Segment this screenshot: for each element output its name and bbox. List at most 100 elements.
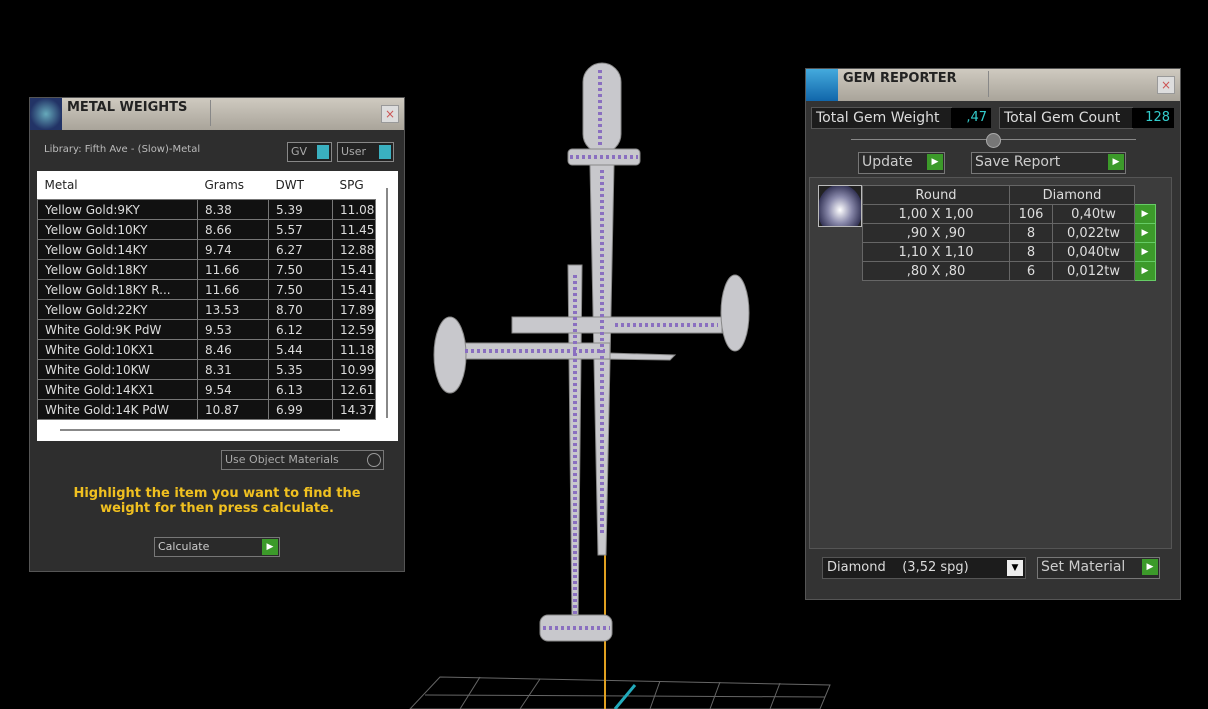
gem-weight: 0,40tw [1052,204,1135,224]
grams-value: 11.66 [197,259,269,280]
user-toggle[interactable]: User [337,142,394,162]
col-grams[interactable]: Grams [197,171,269,200]
save-report-label: Save Report [975,154,1061,170]
metal-row[interactable]: Yellow Gold:18KY 11.66 7.50 15.41 [37,259,376,280]
col-metal[interactable]: Metal [37,171,198,200]
spg-value: 12.59 [332,319,376,340]
close-icon[interactable]: × [1157,76,1175,94]
use-object-materials-toggle[interactable]: Use Object Materials [221,450,384,470]
gem-row[interactable]: ,90 X ,90 8 0,022tw ▶ [862,223,1156,243]
metal-name: White Gold:9K PdW [37,319,198,340]
dwt-value: 7.50 [268,279,333,300]
gem-row[interactable]: 1,10 X 1,10 8 0,040tw ▶ [862,242,1156,262]
metal-name: White Gold:10KW [37,359,198,380]
dwt-value: 5.39 [268,199,333,220]
spg-value: 10.99 [332,359,376,380]
spg-value: 12.88 [332,239,376,260]
grams-value: 8.38 [197,199,269,220]
gem-weight: 0,040tw [1052,242,1135,262]
close-icon[interactable]: × [381,105,399,123]
gem-size: ,80 X ,80 [862,261,1010,281]
gem-count: 6 [1009,261,1053,281]
select-gem-play-icon[interactable]: ▶ [1134,261,1156,281]
play-icon: ▶ [927,154,943,170]
play-icon: ▶ [262,539,278,555]
metal-name: White Gold:14K PdW [37,399,198,420]
grams-value: 9.53 [197,319,269,340]
metal-row[interactable]: White Gold:10KX1 8.46 5.44 11.18 [37,339,376,360]
panel-title: GEM REPORTER [843,71,957,86]
spg-value: 15.41 [332,279,376,300]
horizontal-scrollbar[interactable] [60,429,340,431]
vertical-scrollbar[interactable] [386,188,388,418]
metal-row[interactable]: Yellow Gold:22KY 13.53 8.70 17.89 [37,299,376,320]
gem-reporter-panel: GEM REPORTER × Total Gem Weight ,47 Tota… [805,68,1181,600]
total-weight-label: Total Gem Weight [811,107,952,129]
metal-row[interactable]: White Gold:10KW 8.31 5.35 10.99 [37,359,376,380]
col-spg[interactable]: SPG [332,171,376,200]
metal-name: Yellow Gold:14KY [37,239,198,260]
metal-row[interactable]: Yellow Gold:18KY R... 11.66 7.50 15.41 [37,279,376,300]
dwt-value: 7.50 [268,259,333,280]
gem-reporter-titlebar[interactable]: GEM REPORTER × [806,69,1180,101]
dropdown-arrow-icon[interactable]: ▼ [1007,560,1023,576]
set-material-button[interactable]: Set Material ▶ [1037,557,1160,579]
dwt-value: 6.27 [268,239,333,260]
save-report-button[interactable]: Save Report ▶ [971,152,1126,174]
material-select-value: Diamond (3,52 spg) [827,560,969,575]
dwt-value: 6.13 [268,379,333,400]
spg-value: 11.18 [332,339,376,360]
metal-table: Metal Grams DWT SPG Yellow Gold:9KY 8.38 5… [37,171,376,420]
gem-size: ,90 X ,90 [862,223,1010,243]
gem-shape-header: Round [862,185,1010,205]
material-select[interactable]: Diamond (3,52 spg) ▼ [822,557,1026,579]
metal-row[interactable]: Yellow Gold:10KY 8.66 5.57 11.45 [37,219,376,240]
viewport-3d-model[interactable] [400,55,850,709]
collapse-handle[interactable] [986,133,1001,148]
gem-row[interactable]: 1,00 X 1,00 106 0,40tw ▶ [862,204,1156,224]
spg-value: 11.45 [332,219,376,240]
grams-value: 9.54 [197,379,269,400]
dwt-value: 5.35 [268,359,333,380]
hint-text: Highlight the item you want to find the … [73,486,361,516]
select-gem-play-icon[interactable]: ▶ [1134,242,1156,262]
use-object-materials-label: Use Object Materials [225,453,339,466]
round-diamond-icon [818,185,862,227]
grams-value: 8.46 [197,339,269,360]
total-weight-value: ,47 [951,108,991,128]
calculate-label: Calculate [158,540,210,553]
metal-row[interactable]: Yellow Gold:14KY 9.74 6.27 12.88 [37,239,376,260]
calculate-button[interactable]: Calculate ▶ [154,537,280,557]
metal-row[interactable]: White Gold:14K PdW 10.87 6.99 14.37 [37,399,376,420]
play-icon: ▶ [1142,559,1158,575]
metal-name: Yellow Gold:10KY [37,219,198,240]
gem-count: 8 [1009,223,1053,243]
select-gem-play-icon[interactable]: ▶ [1134,223,1156,243]
select-gem-play-icon[interactable]: ▶ [1134,204,1156,224]
grams-value: 13.53 [197,299,269,320]
metal-name: Yellow Gold:18KY R... [37,279,198,300]
spg-value: 12.61 [332,379,376,400]
metal-weights-titlebar[interactable]: METAL WEIGHTS × [30,98,404,130]
gem-size: 1,00 X 1,00 [862,204,1010,224]
metal-row[interactable]: White Gold:9K PdW 9.53 6.12 12.59 [37,319,376,340]
gem-row[interactable]: ,80 X ,80 6 0,012tw ▶ [862,261,1156,281]
dwt-value: 8.70 [268,299,333,320]
radio-icon [367,453,381,467]
spg-value: 15.41 [332,259,376,280]
col-dwt[interactable]: DWT [268,171,333,200]
grams-value: 9.74 [197,239,269,260]
metal-name: Yellow Gold:22KY [37,299,198,320]
grams-value: 8.66 [197,219,269,240]
update-button[interactable]: Update ▶ [858,152,945,174]
set-material-label: Set Material [1041,559,1126,575]
update-label: Update [862,154,913,170]
spg-value: 14.37 [332,399,376,420]
gv-toggle[interactable]: GV [287,142,332,162]
dwt-value: 6.99 [268,399,333,420]
metal-row[interactable]: Yellow Gold:9KY 8.38 5.39 11.08 [37,199,376,220]
metal-row[interactable]: White Gold:14KX1 9.54 6.13 12.61 [37,379,376,400]
spg-value: 17.89 [332,299,376,320]
total-count-value: 128 [1132,108,1174,128]
report-icon [806,69,838,101]
